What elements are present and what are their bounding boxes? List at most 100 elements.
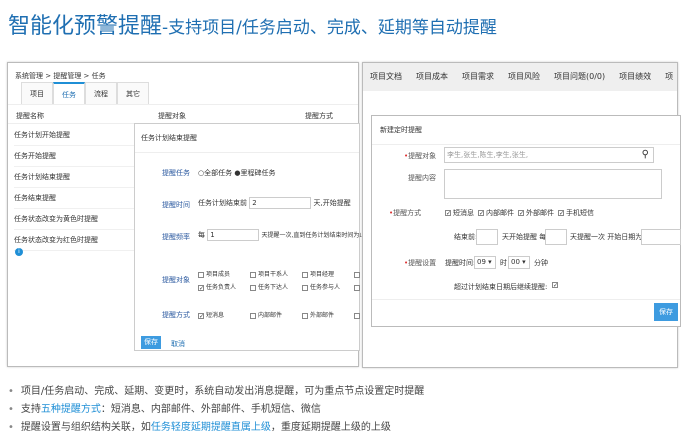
tab-task[interactable]: 任务 — [53, 82, 85, 104]
hour-select[interactable]: 09 ▾ — [474, 256, 496, 269]
minute-value: 00 — [511, 258, 520, 266]
once-label: 天提醒一次 开始日期为: — [570, 233, 645, 241]
checkbox[interactable] — [250, 271, 256, 278]
checkbox-label: 外部邮件 — [310, 312, 335, 319]
list-item[interactable]: 任务计划结束提醒 — [14, 167, 139, 188]
checkbox[interactable]: ✓ — [558, 210, 564, 217]
target-checkbox-item[interactable]: 项目经理 — [302, 269, 354, 278]
method-checkbox-item[interactable]: ✓ 短消息 — [198, 310, 250, 319]
hour-value: 09 — [477, 258, 486, 266]
checkbox-label: 项目成员 — [206, 271, 231, 278]
time-suffix: 天,开始提醒 — [313, 199, 351, 207]
checkbox[interactable]: ✓ — [198, 312, 204, 319]
checkbox-label: 任务下达人 — [258, 284, 289, 291]
checkbox-label: 短消息 — [206, 312, 225, 319]
overdue-checkbox[interactable]: ✓ — [552, 282, 558, 289]
tab-workflow[interactable]: 流程 — [85, 82, 117, 104]
cancel-button[interactable]: 取消 — [171, 339, 185, 349]
radio-milestone-label: 里程碑任务 — [240, 169, 276, 177]
minute-select[interactable]: 00 ▾ — [508, 256, 530, 269]
checkbox[interactable] — [354, 284, 360, 291]
dialog-title: 任务计划结束提醒 — [135, 124, 359, 153]
tab-performance[interactable]: 项目绩效 — [612, 63, 658, 91]
list-item[interactable]: 任务计划开始提醒 — [14, 125, 139, 146]
checkbox-label: 手机短信 — [566, 209, 594, 217]
target-checkbox-item[interactable]: ✓ 任务负责人 — [198, 282, 250, 291]
minute-unit: 分钟 — [534, 259, 548, 267]
checkbox-label: 外部邮件 — [526, 209, 554, 217]
target-checkbox-item[interactable]: 项目干系人 — [250, 269, 302, 278]
method-checkbox-item[interactable]: 外部邮件 — [302, 310, 354, 319]
tab-more[interactable]: 项 — [658, 63, 680, 91]
column-target: 提醒对象 — [158, 112, 186, 120]
radio-all-label: 全部任务 — [204, 169, 233, 177]
dialog-title: 新建定时提醒 — [372, 116, 680, 145]
checkbox[interactable] — [302, 271, 308, 278]
checkbox[interactable]: ✓ — [445, 210, 451, 217]
rmethod-checkbox-item[interactable]: ✓ 手机短信 — [558, 209, 594, 217]
before-end-input[interactable] — [476, 229, 498, 245]
target-checkbox-item[interactable]: 任务参与人 — [302, 282, 354, 291]
tab-requirements[interactable]: 项目需求 — [455, 63, 501, 91]
target-label: 提醒对象 — [162, 276, 190, 284]
table-header: 提醒名称 提醒对象 提醒方式 — [8, 104, 358, 124]
rmethod-checkbox-item[interactable]: ✓ 外部邮件 — [518, 209, 554, 217]
start-date-input[interactable] — [641, 229, 681, 245]
target-checkbox-item[interactable]: 任务下达人 — [250, 282, 302, 291]
time-label: 提醒时间 — [162, 201, 190, 209]
setting-label: 提醒设置 — [408, 259, 437, 267]
checkbox[interactable] — [354, 312, 360, 319]
checkbox[interactable] — [250, 284, 256, 291]
before-end-label: 结束前: — [454, 233, 478, 241]
checkbox[interactable] — [302, 312, 308, 319]
save-button[interactable]: 保存 — [141, 336, 161, 349]
target-label: 提醒对象 — [408, 152, 437, 160]
tab-docs[interactable]: 项目文档 — [363, 63, 409, 91]
list-item[interactable]: 任务状态改变为红色时提醒 — [14, 230, 139, 251]
freq-input[interactable]: 1 — [207, 229, 260, 241]
checkbox[interactable] — [354, 271, 360, 278]
method-checkbox-item[interactable]: 内部邮件 — [250, 310, 302, 319]
bullet-2: 支持五种提醒方式：短消息、内部邮件、外部邮件、手机短信、微信 — [8, 400, 321, 415]
search-icon[interactable]: ⚲ — [642, 148, 649, 162]
content-label: 提醒内容 — [408, 174, 436, 182]
column-name: 提醒名称 — [16, 112, 44, 120]
reminder-management-panel: 系统管理 > 提醒管理 > 任务 项目 任务 流程 其它 提醒名称 提醒对象 提… — [7, 62, 392, 367]
info-icon: i — [15, 248, 23, 256]
checkbox[interactable] — [302, 284, 308, 291]
tab-risk[interactable]: 项目风险 — [501, 63, 547, 91]
rmethod-checkbox-item[interactable]: ✓ 短消息 — [445, 209, 474, 217]
content-textarea[interactable] — [444, 169, 662, 199]
list-item[interactable]: 任务结束提醒 — [14, 188, 139, 209]
checkbox[interactable]: ✓ — [518, 210, 524, 217]
tab-cost[interactable]: 项目成本 — [409, 63, 455, 91]
remind-time-label: 提醒时间: — [445, 259, 476, 267]
target-input[interactable]: 李生,张生,陈生,李生,张生, ⚲ — [444, 147, 654, 163]
rmethod-checkbox-item[interactable]: ✓ 内部邮件 — [478, 209, 514, 217]
list-item[interactable]: 任务开始提醒 — [14, 146, 139, 167]
target-value: 李生,张生,陈生,李生,张生, — [447, 151, 529, 159]
method-label: 提醒方式 — [393, 209, 422, 217]
reminder-edit-dialog: 任务计划结束提醒 提醒任务 ○全部任务 ●里程碑任务 提醒时间 任务计划结束前 … — [134, 123, 392, 351]
checkbox[interactable] — [250, 312, 256, 319]
tab-project[interactable]: 项目 — [21, 82, 53, 104]
checkbox-label: 项目干系人 — [258, 271, 289, 278]
breadcrumb: 系统管理 > 提醒管理 > 任务 — [15, 72, 106, 80]
list-item[interactable]: 任务状态改变为黄色时提醒 — [14, 209, 139, 230]
overdue-label: 超过计划结束日期后继续提醒: — [454, 283, 548, 291]
days-before-input[interactable]: 2 — [249, 197, 312, 209]
target-checkbox-item[interactable]: 项目成员 — [198, 269, 250, 278]
checkbox[interactable]: ✓ — [198, 284, 204, 291]
checkbox-label: 项目经理 — [310, 271, 335, 278]
tab-other[interactable]: 其它 — [117, 82, 149, 104]
save-button[interactable]: 保存 — [654, 303, 678, 321]
project-reminder-panel: 项目文档 项目成本 项目需求 项目风险 项目问题(0/0) 项目绩效 项 新建定… — [362, 62, 681, 368]
freq-label: 提醒频率 — [162, 233, 190, 241]
project-tabs: 项目文档 项目成本 项目需求 项目风险 项目问题(0/0) 项目绩效 项 — [363, 63, 677, 91]
checkbox-label: 任务负责人 — [206, 284, 237, 291]
checkbox[interactable] — [198, 271, 204, 278]
tab-issues[interactable]: 项目问题(0/0) — [547, 63, 612, 91]
task-label: 提醒任务 — [162, 169, 190, 177]
every-days-input[interactable] — [545, 229, 567, 245]
checkbox[interactable]: ✓ — [478, 210, 484, 217]
